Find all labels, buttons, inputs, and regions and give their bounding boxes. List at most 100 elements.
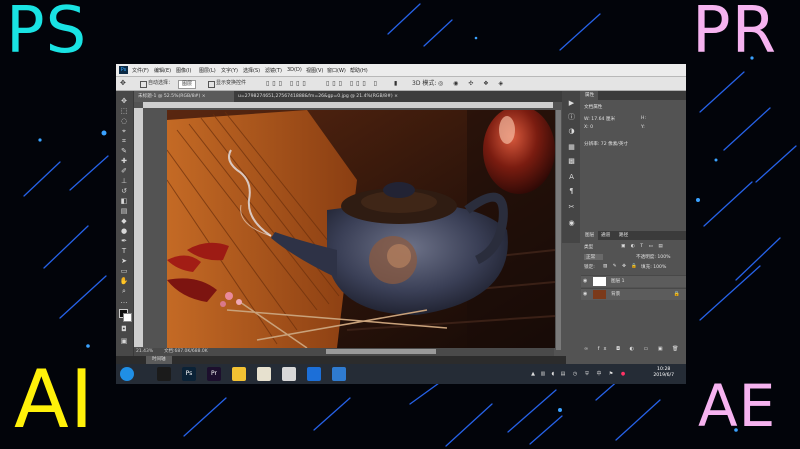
brush-icon[interactable]: ✐ xyxy=(119,167,129,176)
3d-panel-icon[interactable]: ◉ xyxy=(567,219,576,227)
lasso-icon[interactable]: ◌ xyxy=(119,117,129,126)
tab-untitled[interactable]: 未标题-1 @ 52.5%(RGB/8#) × xyxy=(134,91,234,102)
photoshop-app-icon[interactable]: Ps xyxy=(182,367,196,381)
menu-select[interactable]: 选择(S) xyxy=(243,67,260,74)
chrome-app-icon[interactable] xyxy=(282,367,296,381)
app-launcher-icon[interactable] xyxy=(157,367,171,381)
layer-actions[interactable]: ∞ fx ◘ ◐ ▭ ▣ 🗑 xyxy=(584,346,683,352)
layer-row-layer1[interactable]: ◉ 图层 1 xyxy=(581,275,686,287)
paragraph-panel-icon[interactable]: ¶ xyxy=(567,187,576,195)
eyedropper-icon[interactable]: ✎ xyxy=(119,147,129,156)
auto-align-icon[interactable]: ▮ xyxy=(394,80,397,87)
blur-icon[interactable]: ◆ xyxy=(119,217,129,226)
crop-icon[interactable]: ⌗ xyxy=(119,137,129,146)
menu-layer[interactable]: 图层(L) xyxy=(199,67,216,74)
layer-filter-icons[interactable]: ▣ ◐ T ▭ ▤ xyxy=(621,244,665,249)
more-tools-icon[interactable]: … xyxy=(119,297,129,306)
auto-select-dropdown[interactable]: 图层 xyxy=(178,80,197,89)
note-app-icon[interactable] xyxy=(232,367,246,381)
tray-ime-icon[interactable]: 中 xyxy=(596,371,602,377)
quick-mask-icon[interactable]: ◘ xyxy=(119,325,129,334)
pen-icon[interactable]: ✒ xyxy=(119,237,129,246)
folder-app-icon[interactable] xyxy=(332,367,346,381)
swatches-panel-icon[interactable]: ▩ xyxy=(567,157,576,165)
layer-kind-filter[interactable]: 类型 xyxy=(584,244,593,250)
options-bar: ✥ 自动选择： 图层 显示变换控件 ▯▯▯ ▯▯▯ ▯▯▯ ▯▯▯ ▯ ▮ 3D… xyxy=(116,77,686,91)
eraser-icon[interactable]: ◧ xyxy=(119,197,129,206)
lock-icons[interactable]: ▨ ✎ ✥ 🔒 xyxy=(603,264,639,269)
tab-teapot-image[interactable]: u=2798274651,2756741888&fm=26&gp=0.jpg @… xyxy=(234,91,412,102)
tab-paths[interactable]: 路径 xyxy=(615,231,632,240)
properties-x[interactable]: X: 0 xyxy=(584,125,593,130)
horizontal-scrollbar[interactable] xyxy=(326,349,436,354)
history-panel-icon[interactable]: ▶ xyxy=(567,99,576,107)
marquee-icon[interactable]: ⬚ xyxy=(119,107,129,116)
gradient-icon[interactable]: ▤ xyxy=(119,207,129,216)
color-panel-icon[interactable]: ◑ xyxy=(567,127,576,135)
move-icon[interactable]: ✥ xyxy=(119,97,129,106)
start-orb-icon[interactable] xyxy=(120,367,134,381)
type-icon[interactable]: T xyxy=(119,247,129,256)
files-app-icon[interactable] xyxy=(257,367,271,381)
menu-type[interactable]: 文字(Y) xyxy=(221,67,238,74)
tool-presets-icon[interactable]: ✂ xyxy=(567,203,576,211)
path-select-icon[interactable]: ➤ xyxy=(119,257,129,266)
menu-3d[interactable]: 3D(D) xyxy=(287,67,302,73)
premiere-app-icon[interactable]: Pr xyxy=(207,367,221,381)
properties-width[interactable]: W: 17.64 厘米 xyxy=(584,116,615,122)
hand-icon[interactable]: ✋ xyxy=(119,277,129,286)
fill-field[interactable]: 填充: 100% xyxy=(641,264,666,270)
tray-keyboard-icon[interactable]: ▤ xyxy=(560,371,566,377)
adjustments-panel-icon[interactable]: ▦ xyxy=(567,143,576,151)
move-tool-icon[interactable]: ✥ xyxy=(120,80,126,87)
photoshop-logo-icon: Ps xyxy=(119,66,128,74)
background-color-swatch[interactable] xyxy=(123,313,132,322)
tab-layers[interactable]: 图层 xyxy=(581,231,599,240)
properties-height[interactable]: H: xyxy=(641,116,646,121)
properties-y[interactable]: Y: xyxy=(641,125,645,130)
menu-window[interactable]: 窗口(W) xyxy=(327,67,346,74)
vertical-scrollbar[interactable] xyxy=(556,110,561,350)
clone-stamp-icon[interactable]: ⊥ xyxy=(119,177,129,186)
healing-brush-icon[interactable]: ✚ xyxy=(119,157,129,166)
document-size[interactable]: 文档:687.0K/688.0K xyxy=(164,348,208,356)
character-panel-icon[interactable]: A xyxy=(567,173,576,181)
dodge-icon[interactable]: ● xyxy=(119,227,129,236)
menu-image[interactable]: 图像(I) xyxy=(176,67,191,74)
tray-network-icon[interactable]: ▥ xyxy=(540,371,546,377)
opacity-field[interactable]: 不透明度: 100% xyxy=(636,254,671,260)
screen-app-icon[interactable] xyxy=(307,367,321,381)
tab-channels[interactable]: 通道 xyxy=(597,231,614,240)
taskbar-clock[interactable]: 10:28 2019/6/7 xyxy=(653,367,674,379)
zoom-icon[interactable]: ⌕ xyxy=(119,287,129,296)
align-buttons[interactable]: ▯▯▯ ▯▯▯ xyxy=(266,80,309,87)
menu-edit[interactable]: 编辑(E) xyxy=(154,67,171,74)
distribute-buttons[interactable]: ▯▯▯ ▯▯▯ ▯ xyxy=(326,80,380,87)
menu-file[interactable]: 文件(F) xyxy=(132,67,149,74)
visibility-eye-icon[interactable]: ◉ xyxy=(583,291,587,297)
zoom-level[interactable]: 21.43% xyxy=(136,348,153,356)
screen-mode-icon[interactable]: ▣ xyxy=(119,337,129,346)
menu-filter[interactable]: 滤镜(T) xyxy=(265,67,282,74)
tray-clock-icon[interactable]: ◷ xyxy=(572,371,578,377)
info-panel-icon[interactable]: ⓘ xyxy=(567,113,576,121)
visibility-eye-icon[interactable]: ◉ xyxy=(583,278,587,284)
tray-flag-icon[interactable]: ⚑ xyxy=(608,371,614,377)
timeline-tab[interactable]: 时间轴 xyxy=(146,356,172,364)
auto-select-checkbox[interactable] xyxy=(140,81,147,88)
shape-icon[interactable]: ▭ xyxy=(119,267,129,276)
blend-mode-select[interactable]: 正常 xyxy=(584,254,604,260)
tray-shield-icon[interactable]: ⛨ xyxy=(584,371,590,377)
3d-mode-icons[interactable]: ◎ ◉ ✣ ❖ ◈ xyxy=(438,80,507,87)
tab-properties[interactable]: 属性 xyxy=(581,91,599,100)
canvas-teapot-photo[interactable] xyxy=(167,110,555,348)
quick-select-icon[interactable]: ⌖ xyxy=(119,127,129,136)
tray-app-icon[interactable]: ● xyxy=(620,371,626,377)
show-transform-checkbox[interactable] xyxy=(208,81,215,88)
tray-up-arrow-icon[interactable]: ▲ xyxy=(530,371,536,377)
layer-row-background[interactable]: ◉ 背景 🔒 xyxy=(581,288,686,300)
tray-volume-icon[interactable]: ◖ xyxy=(550,371,556,377)
menu-help[interactable]: 帮助(H) xyxy=(350,67,368,74)
history-brush-icon[interactable]: ↺ xyxy=(119,187,129,196)
menu-view[interactable]: 视图(V) xyxy=(306,67,323,74)
